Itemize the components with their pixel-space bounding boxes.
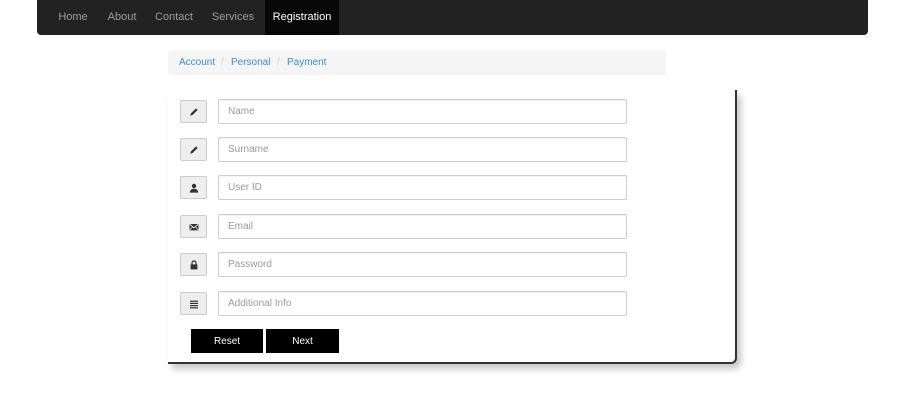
pencil-icon — [180, 100, 207, 123]
nav-item-services[interactable]: Services — [211, 0, 255, 35]
breadcrumb-item-personal[interactable]: Personal — [231, 50, 270, 75]
password-field[interactable] — [218, 252, 627, 277]
nav-item-registration[interactable]: Registration — [265, 0, 339, 35]
nav-item-contact[interactable]: Contact — [154, 0, 194, 35]
additional-info-field[interactable] — [218, 291, 627, 316]
breadcrumb-item-account[interactable]: Account — [179, 50, 215, 75]
breadcrumb-item-payment[interactable]: Payment — [287, 50, 326, 75]
lock-icon — [180, 253, 207, 276]
breadcrumb-separator: / — [277, 57, 280, 68]
name-field[interactable] — [218, 99, 627, 124]
nav-item-about[interactable]: About — [106, 0, 138, 35]
reset-button[interactable]: Reset — [191, 329, 263, 353]
user-id-field[interactable] — [218, 175, 627, 200]
next-button[interactable]: Next — [266, 329, 339, 353]
top-navbar: Home About Contact Services Registration — [37, 0, 868, 35]
nav-item-home[interactable]: Home — [57, 0, 89, 35]
user-icon — [180, 176, 207, 199]
breadcrumb: Account / Personal / Payment — [168, 50, 666, 75]
surname-field[interactable] — [218, 137, 627, 162]
breadcrumb-separator: / — [221, 57, 224, 68]
email-field[interactable] — [218, 214, 627, 239]
pencil-icon — [180, 138, 207, 161]
envelope-icon — [180, 215, 207, 238]
list-icon — [180, 292, 207, 315]
